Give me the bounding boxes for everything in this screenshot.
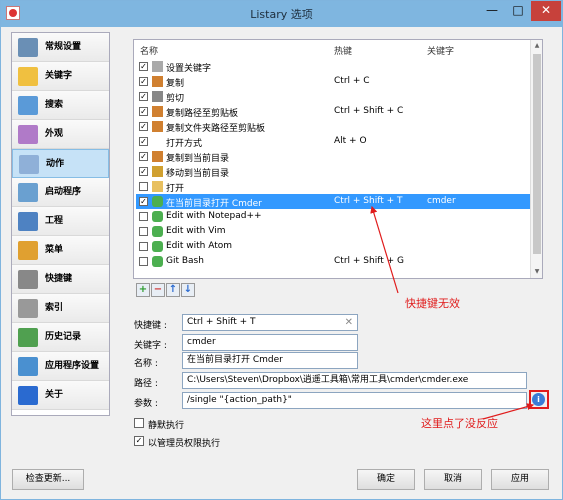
- annotation-arrows: [370, 205, 535, 420]
- arrow-to-hotkey: [370, 205, 399, 294]
- listary-options-window: Listary 选项 — □ ✕ 常规设置 关键字 搜索 外观 动作 启动程序 工程 菜单 快捷…: [0, 0, 563, 500]
- arrow-to-info-button: [482, 403, 535, 420]
